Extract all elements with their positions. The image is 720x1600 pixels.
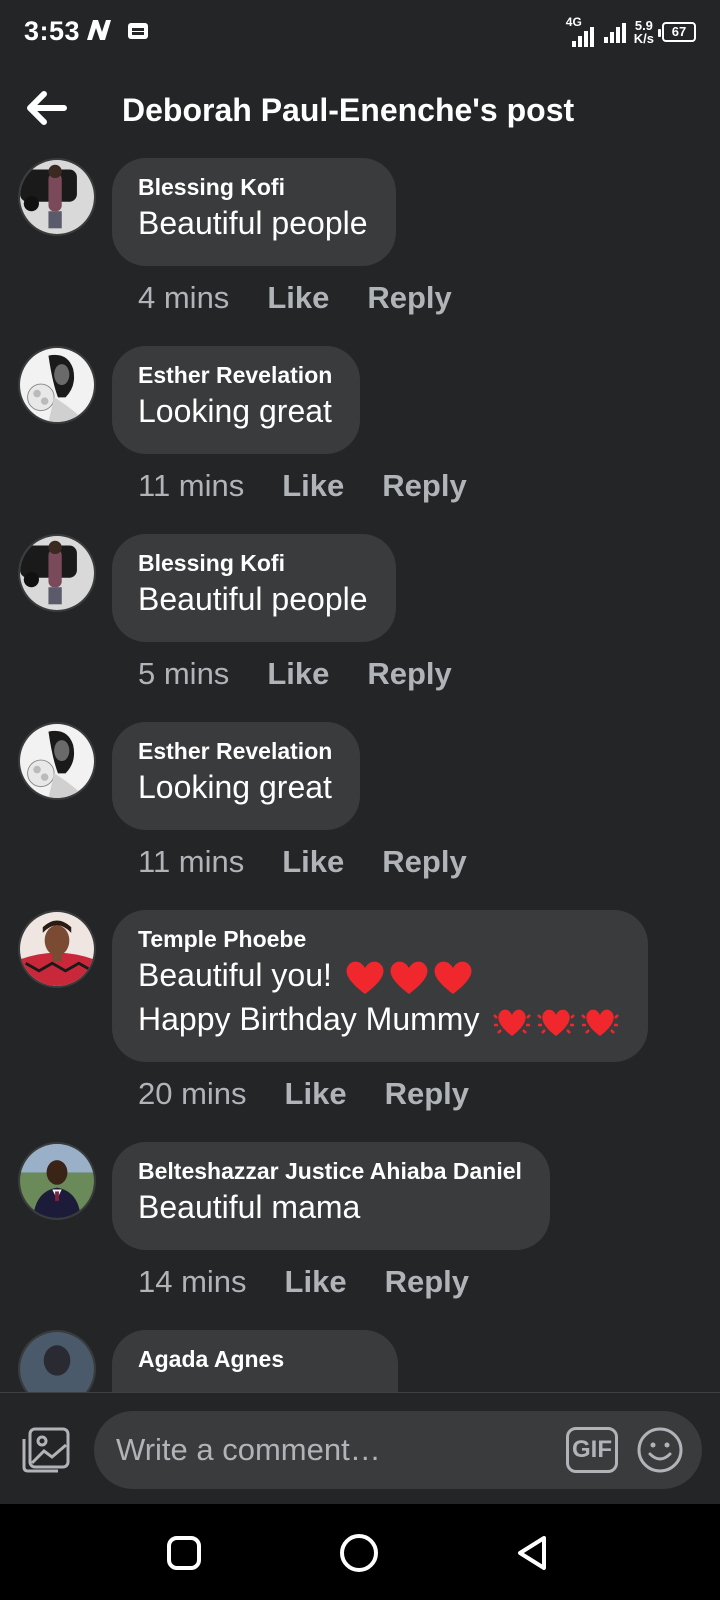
avatar[interactable] — [18, 1330, 96, 1392]
comment-time[interactable]: 11 mins — [138, 468, 244, 504]
comment-bubble[interactable]: Blessing Kofi Beautiful people — [112, 534, 396, 642]
comment-time[interactable]: 11 mins — [138, 844, 244, 880]
comment-time[interactable]: 5 mins — [138, 656, 229, 692]
comment-list[interactable]: Blessing Kofi Beautiful people 4 mins Li… — [0, 154, 720, 1392]
comment-actions: 11 mins Like Reply — [138, 844, 467, 880]
comment-time[interactable]: 20 mins — [138, 1076, 247, 1112]
comment-actions: 4 mins Like Reply — [138, 280, 452, 316]
comment-bubble[interactable]: Belteshazzar Justice Ahiaba Daniel Beaut… — [112, 1142, 550, 1250]
comment-bubble[interactable]: Agada Agnes — [112, 1330, 398, 1392]
like-button[interactable]: Like — [285, 1076, 347, 1112]
avatar[interactable] — [18, 534, 96, 612]
system-navigation-bar — [0, 1504, 720, 1600]
avatar[interactable] — [18, 910, 96, 988]
comment-author[interactable]: Blessing Kofi — [138, 172, 368, 202]
reply-button[interactable]: Reply — [382, 844, 466, 880]
red-heart-icon — [434, 961, 472, 994]
reply-button[interactable]: Reply — [367, 656, 451, 692]
comment-text: Beautiful people — [138, 581, 368, 617]
comment-author[interactable]: Blessing Kofi — [138, 548, 368, 578]
message-notification-icon — [128, 23, 148, 39]
netflix-notification-icon — [87, 20, 111, 40]
signal-strength-icon — [603, 21, 626, 43]
header: Deborah Paul-Enenche's post — [0, 64, 720, 154]
battery-icon: 67 — [658, 22, 696, 42]
comment-text-line: Beautiful you! — [138, 954, 620, 996]
recents-icon[interactable] — [163, 1532, 205, 1574]
comment-actions: 20 mins Like Reply — [138, 1076, 469, 1112]
comment-text: Beautiful mama — [138, 1189, 361, 1225]
page-title: Deborah Paul-Enenche's post — [122, 92, 575, 128]
comment-actions: 11 mins Like Reply — [138, 468, 467, 504]
reply-button[interactable]: Reply — [367, 280, 451, 316]
gif-button[interactable]: GIF — [566, 1427, 618, 1473]
network-signal-icon: 4G — [566, 15, 596, 47]
home-icon[interactable] — [338, 1532, 380, 1574]
like-button[interactable]: Like — [285, 1264, 347, 1300]
back-icon[interactable] — [512, 1532, 554, 1574]
beating-heart-icon — [493, 1009, 532, 1036]
comment-composer: GIF — [0, 1392, 720, 1504]
avatar[interactable] — [18, 1142, 96, 1220]
like-button[interactable]: Like — [282, 468, 344, 504]
comment-text-line: Happy Birthday Mummy — [138, 998, 620, 1040]
like-button[interactable]: Like — [267, 656, 329, 692]
photo-icon[interactable] — [20, 1425, 72, 1475]
red-heart-icon — [346, 961, 384, 994]
status-time: 3:53 — [24, 16, 81, 46]
emoji-icon[interactable] — [636, 1426, 684, 1474]
avatar[interactable] — [18, 158, 96, 236]
comment-text: Looking great — [138, 393, 332, 429]
comment-actions: 14 mins Like Reply — [138, 1264, 469, 1300]
comment-bubble[interactable]: Blessing Kofi Beautiful people — [112, 158, 396, 266]
like-button[interactable]: Like — [267, 280, 329, 316]
comment-author[interactable]: Esther Revelation — [138, 360, 332, 390]
status-indicators: 4G 5.9 K/s 67 — [566, 14, 696, 50]
avatar[interactable] — [18, 722, 96, 800]
status-bar: 3:53 4G 5.9 K/s 67 — [0, 0, 720, 64]
comment-author[interactable]: Agada Agnes — [138, 1344, 370, 1374]
comment-actions: 5 mins Like Reply — [138, 656, 452, 692]
reply-button[interactable]: Reply — [382, 468, 466, 504]
comment-bubble[interactable]: Esther Revelation Looking great — [112, 722, 361, 830]
avatar[interactable] — [18, 346, 96, 424]
comment-text: Beautiful people — [138, 205, 368, 241]
beating-heart-icon — [537, 1009, 576, 1036]
red-heart-icon — [390, 961, 428, 994]
comment-author[interactable]: Esther Revelation — [138, 736, 332, 766]
comment-time[interactable]: 4 mins — [138, 280, 229, 316]
comment-text-2: Happy Birthday Mummy — [138, 1001, 480, 1037]
comment-bubble[interactable]: Temple Phoebe Beautiful you! Happy Birth… — [112, 910, 649, 1062]
like-button[interactable]: Like — [282, 844, 344, 880]
comment-author[interactable]: Temple Phoebe — [138, 924, 620, 954]
network-speed: 5.9 K/s — [634, 19, 654, 45]
comment-bubble[interactable]: Esther Revelation Looking great — [112, 346, 361, 454]
reply-button[interactable]: Reply — [385, 1076, 469, 1112]
arrow-left-icon[interactable] — [24, 88, 72, 128]
beating-heart-icon — [581, 1009, 620, 1036]
comment-text: Beautiful you! — [138, 957, 332, 993]
speed-unit: K/s — [633, 31, 654, 46]
comment-time[interactable]: 14 mins — [138, 1264, 247, 1300]
reply-button[interactable]: Reply — [385, 1264, 469, 1300]
comment-author[interactable]: Belteshazzar Justice Ahiaba Daniel — [138, 1156, 522, 1186]
comment-text: Looking great — [138, 769, 332, 805]
